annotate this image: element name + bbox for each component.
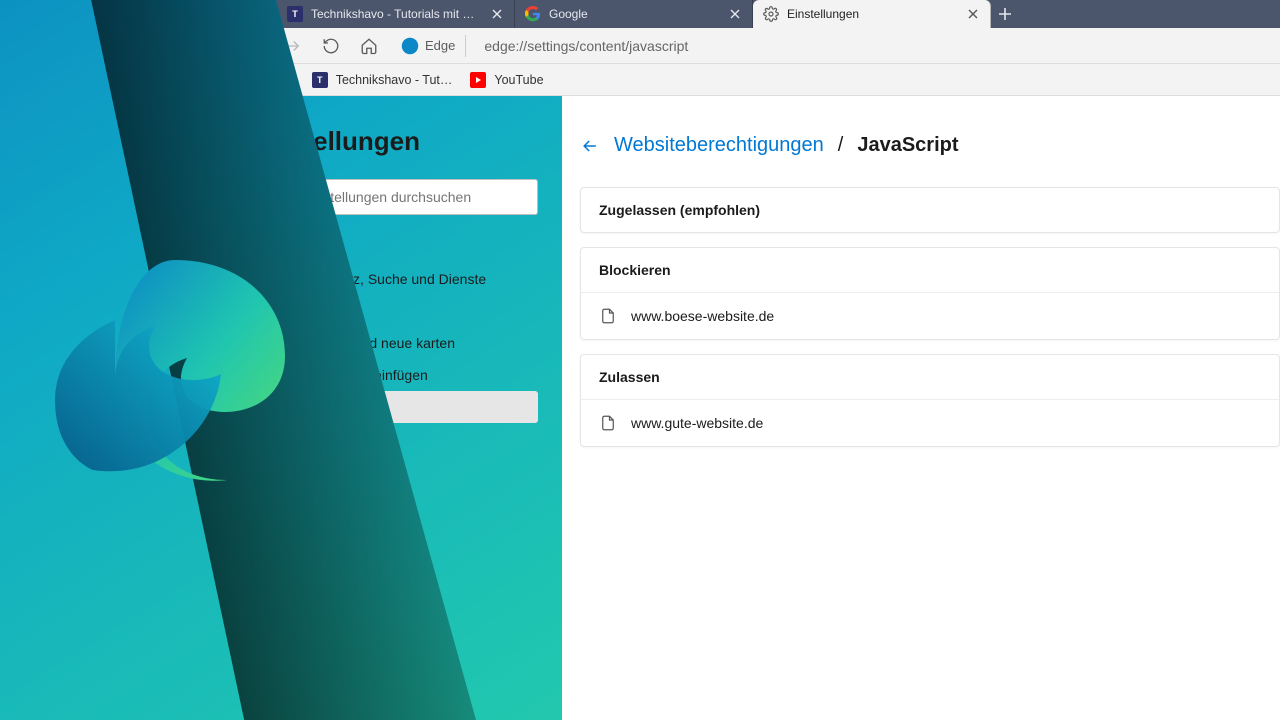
breadcrumb-current: JavaScript xyxy=(857,134,958,157)
gear-icon xyxy=(763,6,779,22)
bookmark-technikshavo[interactable]: T Technikshavo - Tut… xyxy=(312,72,453,88)
allow-header: Zulassen xyxy=(581,355,1279,399)
page-icon xyxy=(599,414,617,432)
blocked-site-row[interactable]: www.boese-website.de xyxy=(581,292,1279,339)
edge-icon xyxy=(401,37,419,55)
address-bar[interactable]: edge://settings/content/javascript xyxy=(472,38,1280,54)
edge-brand-badge: Edge xyxy=(391,35,466,57)
sidebar-item-browser[interactable]: wser xyxy=(290,423,538,455)
sidebar-item-profile[interactable]: ofile xyxy=(290,231,538,263)
reload-button[interactable] xyxy=(315,30,347,62)
allowed-recommended-label: Zugelassen (empfohlen) xyxy=(581,188,1279,232)
bookmark-label: gle xyxy=(277,73,294,87)
tab-title: Technikshavo - Tutorials mit Qua xyxy=(311,7,482,21)
close-icon[interactable] xyxy=(728,7,742,21)
page-title: stellungen xyxy=(290,126,538,157)
nav-toolbar: Edge edge://settings/content/javascript xyxy=(0,28,1280,64)
breadcrumb-separator: / xyxy=(838,134,844,157)
settings-main: Websiteberechtigungen / JavaScript Zugel… xyxy=(562,96,1280,720)
site-url: www.boese-website.de xyxy=(631,308,774,324)
settings-sidebar: stellungen ofile enschutz, Suche und Die… xyxy=(0,96,562,720)
allowed-site-row[interactable]: www.gute-website.de xyxy=(581,399,1279,446)
home-button[interactable] xyxy=(353,30,385,62)
bookmark-label: YouTube xyxy=(494,73,543,87)
tab-settings[interactable]: Einstellungen xyxy=(753,0,991,28)
bookmark-label: Technikshavo - Tut… xyxy=(336,73,453,87)
forward-button[interactable] xyxy=(277,30,309,62)
sidebar-item-site-permissions[interactable]: d chtigungen xyxy=(290,391,538,423)
tab-technikshavo[interactable]: T Technikshavo - Tutorials mit Qua xyxy=(277,0,515,28)
back-arrow-icon[interactable] xyxy=(580,136,600,156)
allow-list-card: Zulassen www.gute-website.de xyxy=(580,354,1280,447)
tab-strip: T Technikshavo - Tutorials mit Qua Googl… xyxy=(0,0,1280,28)
allowed-recommended-card: Zugelassen (empfohlen) xyxy=(580,187,1280,233)
page-icon xyxy=(599,307,617,325)
close-icon[interactable] xyxy=(490,7,504,21)
tab-title: Google xyxy=(549,7,720,21)
bookmark-google[interactable]: gle xyxy=(277,73,294,87)
favicon-icon: T xyxy=(287,6,303,22)
settings-search-input[interactable] xyxy=(290,179,538,215)
youtube-icon xyxy=(470,72,486,88)
block-list-card: Blockieren www.boese-website.de xyxy=(580,247,1280,340)
breadcrumb-parent-link[interactable]: Websiteberechtigungen xyxy=(614,134,824,157)
google-icon xyxy=(525,6,541,22)
new-tab-button[interactable] xyxy=(991,0,1019,28)
sidebar-item-privacy[interactable]: enschutz, Suche und Dienste xyxy=(290,263,538,295)
block-header: Blockieren xyxy=(581,248,1279,292)
tab-google[interactable]: Google xyxy=(515,0,753,28)
sidebar-item-startpage[interactable]: artseite und neue karten xyxy=(290,327,538,359)
sidebar-item-more[interactable]: ten xyxy=(290,635,538,667)
brand-label: Edge xyxy=(425,38,455,53)
bookmarks-bar: gle T Technikshavo - Tut… YouTube xyxy=(0,64,1280,96)
sidebar-item-appearance[interactable]: ellung xyxy=(290,295,538,327)
bookmark-youtube[interactable]: YouTube xyxy=(470,72,543,88)
tab-title: Einstellungen xyxy=(787,7,958,21)
close-icon[interactable] xyxy=(966,7,980,21)
url-text: edge://settings/content/javascript xyxy=(484,38,688,54)
favicon-icon: T xyxy=(312,72,328,88)
sidebar-item-copypaste[interactable]: bieren und einfügen xyxy=(290,359,538,391)
site-url: www.gute-website.de xyxy=(631,415,763,431)
breadcrumb: Websiteberechtigungen / JavaScript xyxy=(580,134,1280,157)
